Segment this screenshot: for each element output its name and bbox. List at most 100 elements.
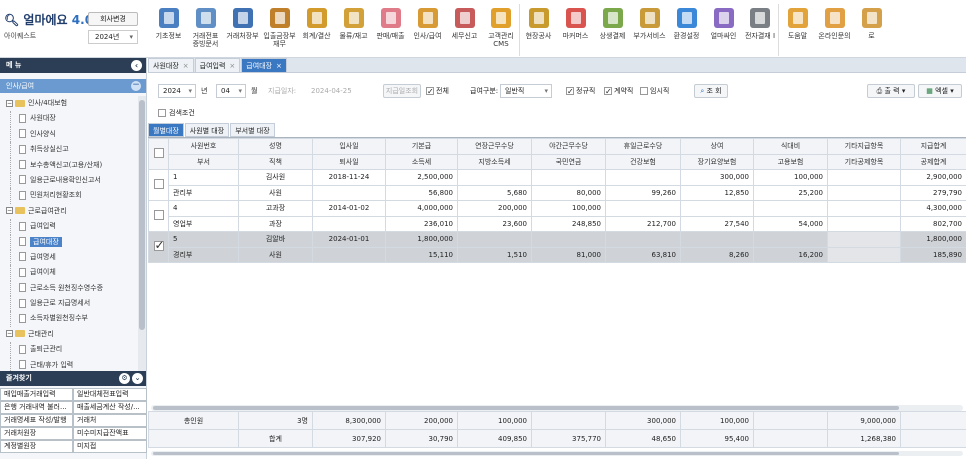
tree-item[interactable]: 취득상실신고 (0, 142, 138, 158)
checkbox-box[interactable] (640, 87, 648, 95)
table-row[interactable]: 4 고과장 2014-01-02 4,000,000 200,000 100,000 4,3… (148, 200, 966, 232)
grid-cell[interactable]: 1 (168, 169, 239, 186)
grid-cell[interactable]: 5 (168, 231, 239, 248)
grid-cell[interactable] (457, 169, 532, 186)
scroll-thumb[interactable] (153, 406, 899, 410)
favorite-item[interactable]: 거래처원장 (0, 427, 73, 440)
grid-cell[interactable]: 경리부 (168, 246, 239, 263)
collapse-toggle-icon[interactable]: − (6, 207, 13, 215)
year-select[interactable]: 2024 (158, 84, 196, 98)
grid-cell[interactable]: 4,300,000 (900, 200, 966, 217)
grid-cell[interactable] (680, 200, 754, 217)
grid-cell[interactable]: 4,000,000 (385, 200, 458, 217)
column-header[interactable]: 부서 (168, 153, 239, 170)
grid-cell[interactable]: 99,260 (605, 184, 681, 201)
column-header[interactable]: 건강보험 (605, 153, 681, 170)
menu-item-10[interactable]: 고객관리 CMS (483, 4, 520, 56)
table-row[interactable]: 5김알바2024-01-011,800,0001,800,000 (148, 231, 966, 263)
favorite-item[interactable]: 일반대체전표입력 (73, 388, 147, 401)
tree-item[interactable]: 근로소득 원천징수영수증 (0, 280, 138, 297)
grid-cell[interactable] (827, 200, 901, 217)
column-header[interactable]: 직책 (238, 153, 313, 170)
column-header[interactable]: 지방소득세 (457, 153, 532, 170)
checkbox-box[interactable] (566, 85, 574, 99)
menu-item-5[interactable]: 회계/결산 (298, 4, 335, 56)
grid-cell[interactable] (827, 246, 901, 263)
grid-cell[interactable] (827, 184, 901, 201)
grid-cell[interactable]: 248,850 (531, 215, 606, 232)
doc-tab[interactable]: 급여대장 × (241, 58, 287, 72)
column-header[interactable]: 휴일근로수당 (605, 138, 681, 155)
settings-gear-icon[interactable]: ⚙ (119, 373, 130, 384)
grid-cell[interactable]: 100,000 (531, 200, 606, 217)
menu-item-16[interactable]: 얼마싸인 (705, 4, 742, 56)
grid-cell[interactable]: 56,800 (385, 184, 458, 201)
menu-item-19[interactable]: 온라인문의 (816, 4, 853, 56)
tree-item[interactable]: 인사양식 (0, 126, 138, 143)
pay-type-select[interactable]: 일반직 (500, 84, 552, 98)
search-button[interactable]: ⌕ 조 회 (694, 84, 728, 98)
grid-cell[interactable]: 1,800,000 (900, 231, 966, 248)
doc-tab[interactable]: 급여입력 × (194, 58, 241, 72)
row-checkbox[interactable] (153, 210, 164, 220)
grid-cell[interactable]: 279,790 (900, 184, 966, 201)
menu-item-8[interactable]: 인사/급여 (409, 4, 446, 56)
grid-cell[interactable]: 23,600 (457, 215, 532, 232)
menu-item-11[interactable]: 현장공사 (520, 4, 557, 56)
column-header[interactable]: 퇴사일 (312, 153, 386, 170)
grid-cell[interactable]: 802,700 (900, 215, 966, 232)
favorite-item[interactable]: 계정별원장 (0, 440, 73, 453)
grid-cell[interactable] (605, 200, 681, 217)
tree-folder[interactable]: − 인사/4대보험 (0, 96, 138, 111)
favorite-item[interactable]: 은행 거래내역 불러... (0, 401, 73, 414)
collapse-favorites-icon[interactable]: ⌄ (132, 373, 143, 384)
table-row[interactable]: 영업부 과장 236,010 23,600 248,850 212,700 27,540 54… (149, 215, 966, 232)
tree-item[interactable]: 소득자별원천징수부 (0, 311, 138, 328)
tree-folder[interactable]: − 근로급여관리 (0, 204, 138, 219)
all-checkbox[interactable]: 전체 (426, 84, 449, 99)
column-header[interactable]: 국민연금 (531, 153, 606, 170)
menu-item-7[interactable]: 판매/매출 (372, 4, 409, 56)
collapse-sidebar-icon[interactable]: ‹ (131, 60, 142, 71)
menu-item-4[interactable]: 입출금장부 재무 (261, 4, 298, 56)
grid-cell[interactable] (605, 231, 681, 248)
grid-cell[interactable] (753, 200, 828, 217)
grid-cell[interactable] (827, 215, 901, 232)
select-all-checkbox[interactable] (153, 148, 164, 158)
excel-button[interactable]: ▦ 엑셀 ▾ (918, 84, 962, 98)
favorite-item[interactable]: 미지접 (73, 440, 147, 453)
column-header[interactable]: 성명 (238, 138, 313, 155)
company-change-button[interactable]: 회사변경 (88, 12, 138, 26)
column-header[interactable]: 상여 (680, 138, 754, 155)
grid-cell[interactable]: 김알바 (238, 231, 313, 248)
grid-cell[interactable]: 27,540 (680, 215, 754, 232)
tree-item[interactable]: 급여대장 (0, 234, 138, 251)
scroll-thumb[interactable] (153, 452, 899, 455)
column-header[interactable]: 야간근무수당 (531, 138, 606, 155)
bottom-scrollbar[interactable] (151, 451, 963, 456)
tree-item[interactable]: 보수총액신고(고용/산재) (0, 157, 138, 174)
grid-cell[interactable]: 81,000 (531, 246, 606, 263)
tree-item[interactable]: 민원처리현황조회 (0, 188, 138, 205)
close-icon[interactable]: × (276, 62, 282, 70)
column-header[interactable]: 공제합계 (900, 153, 966, 170)
checkbox-box[interactable] (604, 85, 612, 99)
close-icon[interactable]: × (229, 62, 235, 70)
column-header[interactable]: 기본급 (385, 138, 458, 155)
scroll-thumb[interactable] (139, 100, 145, 330)
column-header[interactable]: 지급합계 (900, 138, 966, 155)
grid-cell[interactable]: 영업부 (168, 215, 239, 232)
menu-item-18[interactable]: 도움말 (779, 4, 816, 56)
grid-cell[interactable]: 5,680 (457, 184, 532, 201)
tree-item[interactable]: 일용근로내용확인신고서 (0, 172, 138, 189)
grid-cell[interactable] (531, 231, 606, 248)
menu-item-20[interactable]: 로 (853, 4, 890, 56)
grid-cell[interactable] (312, 246, 386, 263)
menu-item-12[interactable]: 마커머스 (557, 4, 594, 56)
pay-date-search-button[interactable]: 지급일조회 (383, 84, 421, 98)
tree-item[interactable]: 급여명세 (0, 249, 138, 266)
tree-folder[interactable]: − 근태관리 (0, 327, 138, 342)
grid-cell[interactable] (827, 169, 901, 186)
tree-item[interactable]: 급여이체 (0, 265, 138, 282)
tree-item[interactable]: 일용근로 지급명세서 (0, 296, 138, 312)
